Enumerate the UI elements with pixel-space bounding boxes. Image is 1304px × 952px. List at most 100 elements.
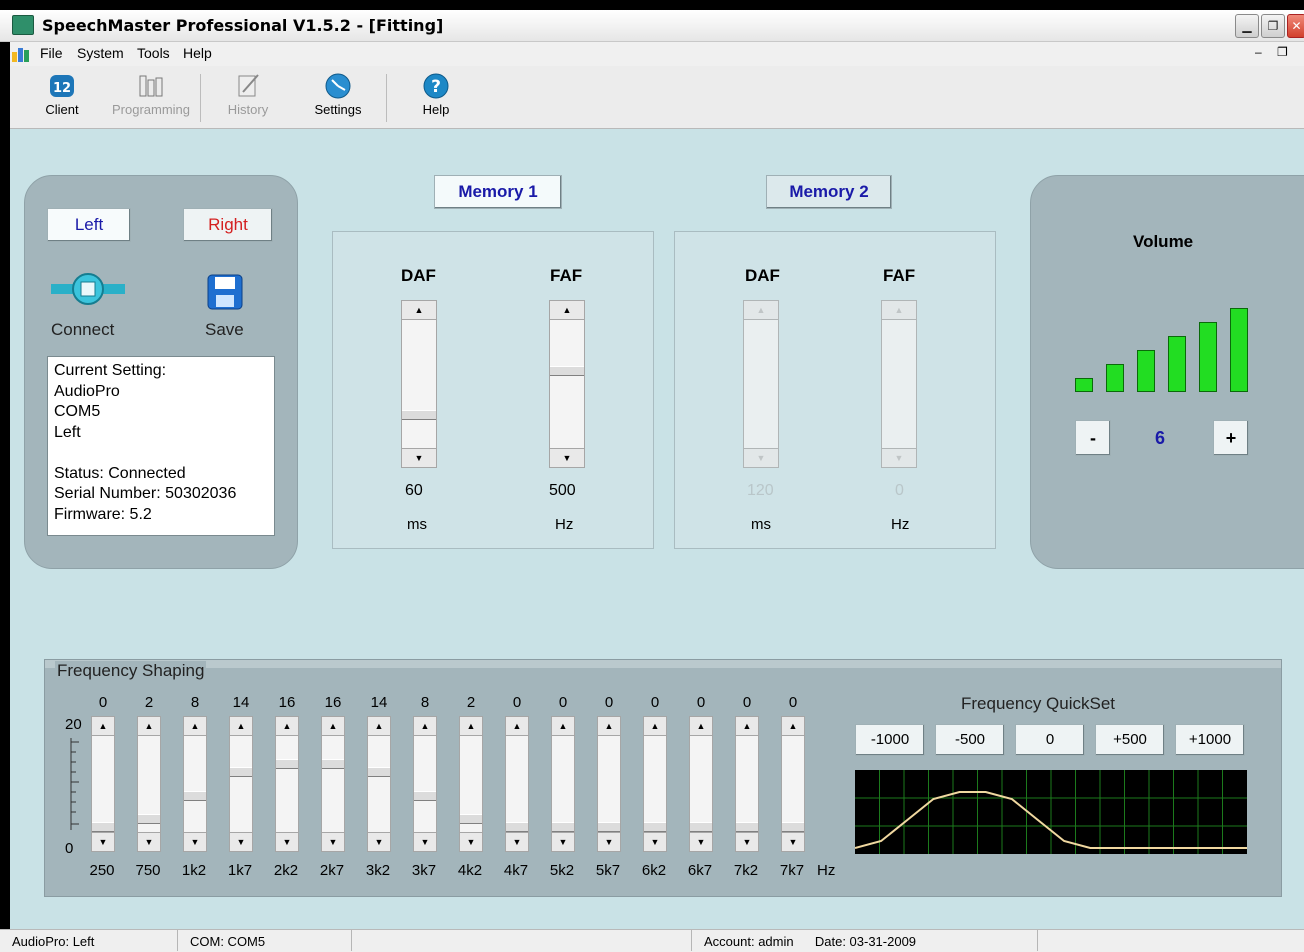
slider-thumb[interactable] [402,410,436,420]
slider-thumb[interactable] [460,814,482,825]
close-button[interactable]: ✕ [1287,14,1304,38]
scroll-up-arrow-icon[interactable]: ▲ [736,717,758,736]
memory2-daf-slider[interactable]: ▲ ▼ [743,300,779,468]
help-button[interactable]: ? Help [414,72,458,117]
save-icon[interactable] [207,274,243,310]
scroll-down-arrow-icon[interactable]: ▼ [598,832,620,851]
scroll-up-arrow-icon[interactable]: ▲ [184,717,206,736]
band-slider[interactable]: ▲ ▼ [229,716,253,852]
scroll-down-arrow-icon[interactable]: ▼ [744,448,778,467]
scroll-down-arrow-icon[interactable]: ▼ [322,832,344,851]
right-ear-button[interactable]: Right [183,208,273,242]
slider-thumb[interactable] [690,822,712,833]
slider-thumb[interactable] [92,822,114,833]
client-button[interactable]: 12 Client [40,72,84,117]
slider-thumb[interactable] [782,822,804,833]
memory1-tab[interactable]: Memory 1 [434,175,562,209]
mdi-minimize-button[interactable]: – [1255,45,1262,59]
scroll-up-arrow-icon[interactable]: ▲ [230,717,252,736]
scroll-down-arrow-icon[interactable]: ▼ [92,832,114,851]
band-slider[interactable]: ▲ ▼ [413,716,437,852]
slider-thumb[interactable] [276,758,298,769]
restore-button[interactable]: ❐ [1261,14,1285,38]
band-slider[interactable]: ▲ ▼ [643,716,667,852]
band-slider[interactable]: ▲ ▼ [781,716,805,852]
slider-thumb[interactable] [184,790,206,801]
band-slider[interactable]: ▲ ▼ [735,716,759,852]
scroll-down-arrow-icon[interactable]: ▼ [230,832,252,851]
scroll-down-arrow-icon[interactable]: ▼ [882,448,916,467]
band-slider[interactable]: ▲ ▼ [689,716,713,852]
menu-tools[interactable]: Tools [137,45,170,61]
scroll-up-arrow-icon[interactable]: ▲ [92,717,114,736]
scroll-down-arrow-icon[interactable]: ▼ [276,832,298,851]
slider-thumb[interactable] [138,814,160,825]
scroll-down-arrow-icon[interactable]: ▼ [550,448,584,467]
scroll-up-arrow-icon[interactable]: ▲ [506,717,528,736]
band-slider[interactable]: ▲ ▼ [91,716,115,852]
mdi-restore-button[interactable]: ❐ [1277,45,1288,59]
slider-thumb[interactable] [368,766,390,777]
scroll-up-arrow-icon[interactable]: ▲ [644,717,666,736]
scroll-down-arrow-icon[interactable]: ▼ [138,832,160,851]
band-slider[interactable]: ▲ ▼ [367,716,391,852]
volume-minus-button[interactable]: - [1075,420,1111,456]
scroll-down-arrow-icon[interactable]: ▼ [506,832,528,851]
scroll-up-arrow-icon[interactable]: ▲ [138,717,160,736]
scroll-up-arrow-icon[interactable]: ▲ [368,717,390,736]
scroll-up-arrow-icon[interactable]: ▲ [598,717,620,736]
quickset-button[interactable]: -500 [935,724,1005,756]
band-slider[interactable]: ▲ ▼ [275,716,299,852]
scroll-up-arrow-icon[interactable]: ▲ [782,717,804,736]
band-slider[interactable]: ▲ ▼ [183,716,207,852]
quickset-button[interactable]: -1000 [855,724,925,756]
slider-thumb[interactable] [552,822,574,833]
slider-thumb[interactable] [230,766,252,777]
scroll-down-arrow-icon[interactable]: ▼ [184,832,206,851]
quickset-button[interactable]: 0 [1015,724,1085,756]
band-slider[interactable]: ▲ ▼ [551,716,575,852]
scroll-down-arrow-icon[interactable]: ▼ [402,448,436,467]
connect-icon[interactable] [51,272,125,306]
scroll-down-arrow-icon[interactable]: ▼ [414,832,436,851]
band-slider[interactable]: ▲ ▼ [459,716,483,852]
scroll-down-arrow-icon[interactable]: ▼ [368,832,390,851]
settings-button[interactable]: Settings [310,72,366,117]
memory2-tab[interactable]: Memory 2 [766,175,892,209]
scroll-up-arrow-icon[interactable]: ▲ [744,301,778,320]
programming-button[interactable]: Programming [108,72,194,117]
slider-thumb[interactable] [598,822,620,833]
quickset-button[interactable]: +1000 [1175,724,1245,756]
scroll-down-arrow-icon[interactable]: ▼ [690,832,712,851]
memory1-faf-slider[interactable]: ▲ ▼ [549,300,585,468]
band-slider[interactable]: ▲ ▼ [137,716,161,852]
left-ear-button[interactable]: Left [47,208,131,242]
memory2-faf-slider[interactable]: ▲ ▼ [881,300,917,468]
slider-thumb[interactable] [550,365,584,376]
menu-system[interactable]: System [77,45,124,61]
scroll-up-arrow-icon[interactable]: ▲ [322,717,344,736]
scroll-down-arrow-icon[interactable]: ▼ [644,832,666,851]
quickset-button[interactable]: +500 [1095,724,1165,756]
scroll-down-arrow-icon[interactable]: ▼ [460,832,482,851]
menu-file[interactable]: File [40,45,63,61]
memory1-daf-slider[interactable]: ▲ ▼ [401,300,437,468]
slider-thumb[interactable] [644,822,666,833]
scroll-down-arrow-icon[interactable]: ▼ [782,832,804,851]
scroll-up-arrow-icon[interactable]: ▲ [414,717,436,736]
scroll-down-arrow-icon[interactable]: ▼ [552,832,574,851]
scroll-down-arrow-icon[interactable]: ▼ [736,832,758,851]
scroll-up-arrow-icon[interactable]: ▲ [882,301,916,320]
slider-thumb[interactable] [414,790,436,801]
menu-help[interactable]: Help [183,45,212,61]
title-bar[interactable]: SpeechMaster Professional V1.5.2 - [Fitt… [0,10,1304,42]
scroll-up-arrow-icon[interactable]: ▲ [276,717,298,736]
volume-plus-button[interactable]: + [1213,420,1249,456]
slider-thumb[interactable] [322,758,344,769]
scroll-up-arrow-icon[interactable]: ▲ [460,717,482,736]
scroll-up-arrow-icon[interactable]: ▲ [402,301,436,320]
slider-thumb[interactable] [736,822,758,833]
history-button[interactable]: History [222,72,274,117]
band-slider[interactable]: ▲ ▼ [321,716,345,852]
scroll-up-arrow-icon[interactable]: ▲ [550,301,584,320]
